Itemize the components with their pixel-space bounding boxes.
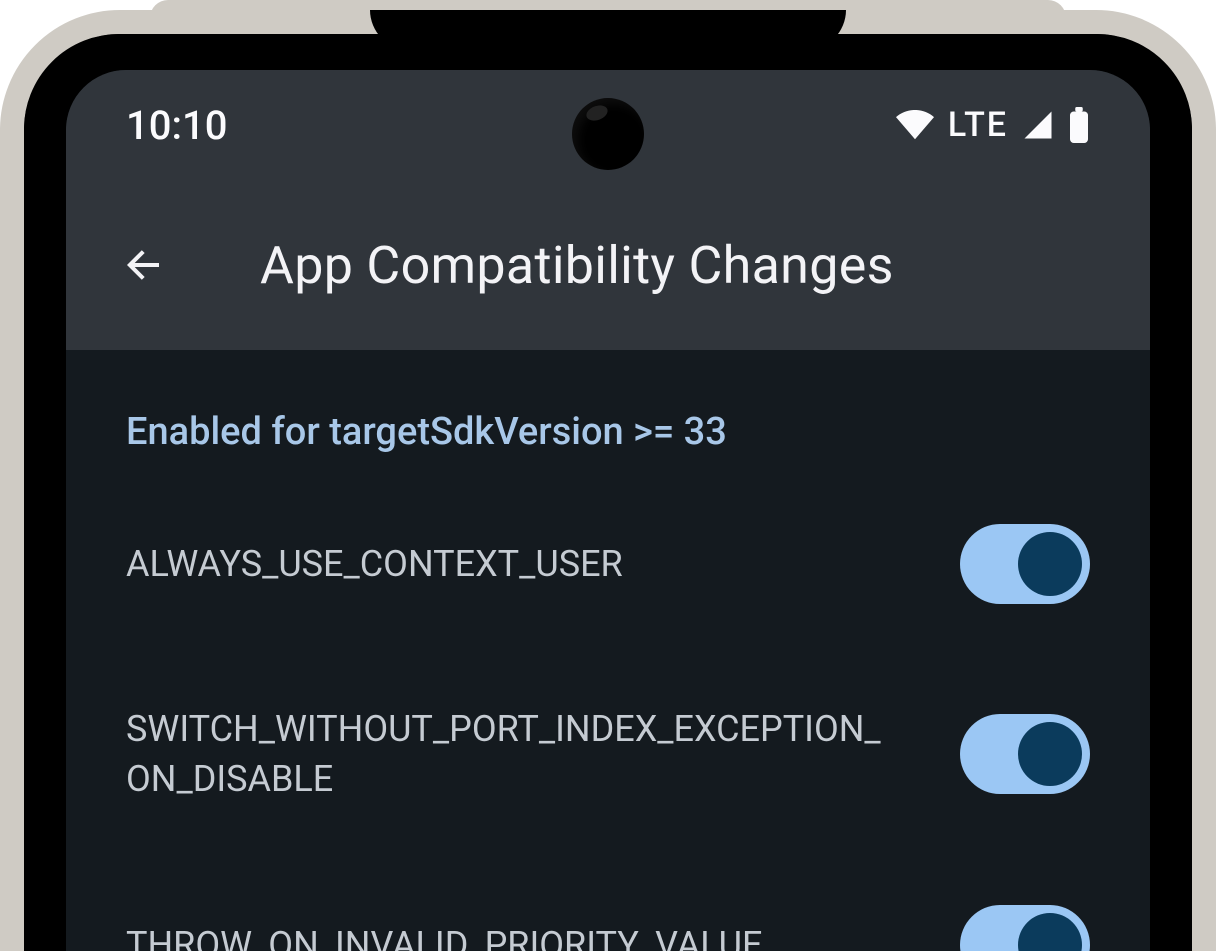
wifi-icon — [896, 110, 934, 140]
battery-icon — [1068, 107, 1090, 143]
compat-change-label: SWITCH_WITHOUT_PORT_INDEX_EXCEPTION_ON_D… — [126, 704, 886, 805]
toggle-switch[interactable] — [960, 714, 1090, 794]
page-title: App Compatibility Changes — [260, 235, 894, 296]
device-side-button — [1208, 650, 1216, 890]
status-time: 10:10 — [126, 102, 227, 149]
device-mockup: 10:10 LTE — [0, 0, 1216, 951]
section-header: Enabled for targetSdkVersion >= 33 — [126, 410, 1090, 454]
signal-icon — [1022, 110, 1054, 140]
compat-change-row[interactable]: THROW_ON_INVALID_PRIORITY_VALUE — [126, 905, 1090, 951]
compat-change-label: ALWAYS_USE_CONTEXT_USER — [126, 539, 623, 589]
compat-change-label: THROW_ON_INVALID_PRIORITY_VALUE — [126, 920, 762, 951]
camera-punch-hole — [572, 98, 644, 170]
network-type-label: LTE — [948, 105, 1008, 145]
app-bar: App Compatibility Changes — [66, 180, 1150, 350]
status-icons: LTE — [896, 105, 1090, 145]
compat-change-row[interactable]: ALWAYS_USE_CONTEXT_USER — [126, 524, 1090, 604]
compat-change-row[interactable]: SWITCH_WITHOUT_PORT_INDEX_EXCEPTION_ON_D… — [126, 704, 1090, 805]
phone-screen: 10:10 LTE — [66, 70, 1150, 951]
toggle-switch[interactable] — [960, 905, 1090, 951]
device-speaker-notch — [370, 10, 846, 50]
back-button[interactable] — [116, 238, 170, 292]
back-arrow-icon — [119, 241, 167, 289]
toggle-switch[interactable] — [960, 524, 1090, 604]
settings-list[interactable]: Enabled for targetSdkVersion >= 33 ALWAY… — [66, 350, 1150, 951]
